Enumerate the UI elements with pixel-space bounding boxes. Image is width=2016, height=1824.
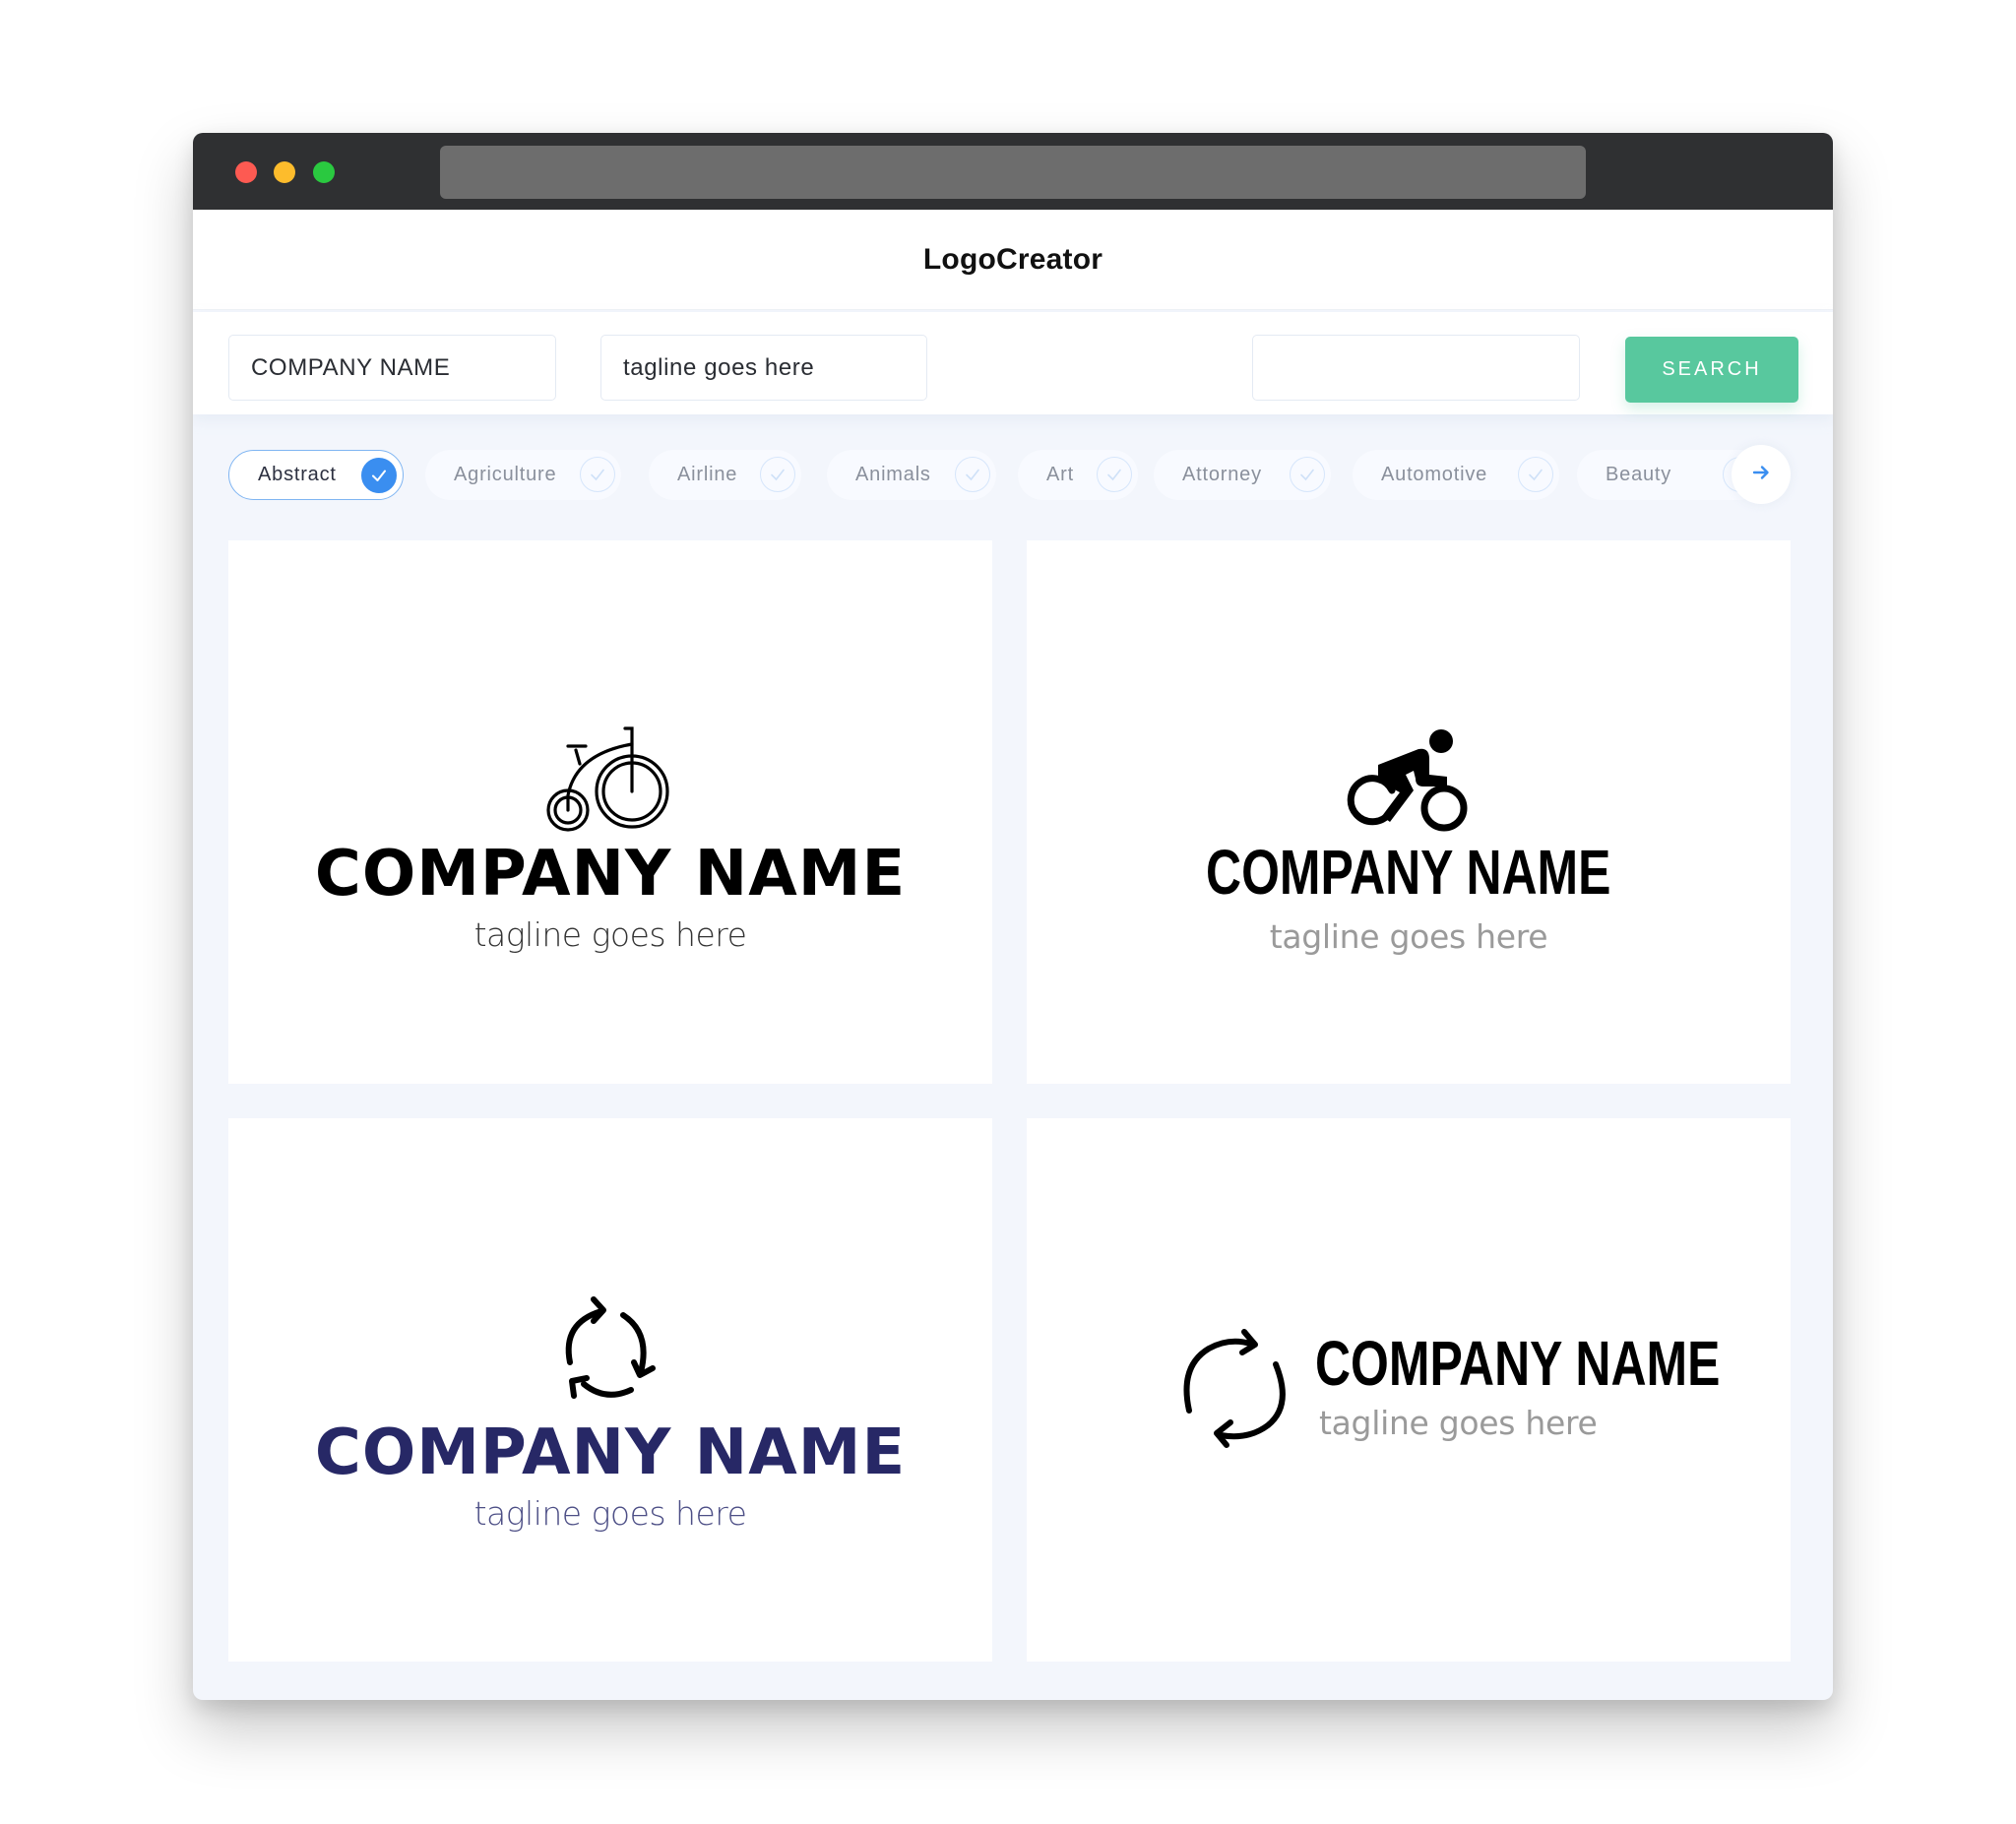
company-name-input[interactable]: COMPANY NAME bbox=[228, 335, 556, 401]
category-chip-automotive[interactable]: Automotive bbox=[1353, 450, 1559, 500]
checkmark-icon bbox=[580, 457, 615, 492]
category-label: Airline bbox=[677, 464, 738, 485]
category-label: Attorney bbox=[1182, 464, 1262, 485]
category-chip-animals[interactable]: Animals bbox=[827, 450, 996, 500]
category-label: Automotive bbox=[1381, 464, 1488, 485]
category-chip-airline[interactable]: Airline bbox=[649, 450, 801, 500]
logo-company-name: COMPANY NAME bbox=[314, 838, 907, 911]
app-header: LogoCreator bbox=[193, 210, 1833, 310]
checkmark-icon bbox=[760, 457, 795, 492]
logo-card[interactable]: COMPANY NAME tagline goes here bbox=[228, 540, 992, 1084]
logo-company-name: COMPANY NAME bbox=[1315, 1328, 1721, 1399]
logo-card[interactable]: COMPANY NAME tagline goes here bbox=[1027, 1118, 1791, 1662]
close-window-button[interactable] bbox=[235, 161, 257, 183]
tagline-input[interactable]: tagline goes here bbox=[600, 335, 927, 401]
address-bar[interactable] bbox=[440, 146, 1586, 199]
search-bar: COMPANY NAME tagline goes here SEARCH bbox=[193, 312, 1833, 414]
category-chip-art[interactable]: Art bbox=[1018, 450, 1138, 500]
category-chip-attorney[interactable]: Attorney bbox=[1154, 450, 1331, 500]
logo-tagline: tagline goes here bbox=[1269, 917, 1548, 956]
keyword-input[interactable] bbox=[1252, 335, 1580, 401]
logo-tagline: tagline goes here bbox=[473, 915, 747, 954]
categories-next-button[interactable] bbox=[1732, 445, 1791, 504]
search-button[interactable]: SEARCH bbox=[1625, 337, 1798, 403]
cyclist-icon bbox=[1027, 727, 1791, 841]
brand-logo[interactable]: LogoCreator bbox=[923, 243, 1102, 277]
category-chip-agriculture[interactable]: Agriculture bbox=[425, 450, 621, 500]
category-label: Agriculture bbox=[454, 464, 557, 485]
logo-tagline: tagline goes here bbox=[1319, 1404, 1598, 1442]
minimize-window-button[interactable] bbox=[274, 161, 295, 183]
logo-tagline: tagline goes here bbox=[473, 1494, 747, 1533]
category-label: Abstract bbox=[258, 464, 337, 485]
browser-window: LogoCreator COMPANY NAME tagline goes he… bbox=[193, 133, 1833, 1700]
category-label: Beauty bbox=[1606, 464, 1672, 485]
category-chip-abstract[interactable]: Abstract bbox=[228, 450, 404, 500]
logo-card[interactable]: COMPANY NAME tagline goes here bbox=[228, 1118, 992, 1662]
checkmark-icon bbox=[1290, 457, 1325, 492]
checkmark-icon bbox=[955, 457, 990, 492]
penny-farthing-bicycle-icon bbox=[228, 724, 992, 838]
checkmark-icon bbox=[361, 458, 397, 493]
category-label: Animals bbox=[855, 464, 931, 485]
logo-company-name: COMPANY NAME bbox=[314, 1416, 907, 1489]
logo-card[interactable]: COMPANY NAME tagline goes here bbox=[1027, 540, 1791, 1084]
checkmark-icon bbox=[1518, 457, 1553, 492]
recycle-arrows-icon bbox=[228, 1293, 992, 1407]
category-filter-bar: Abstract Agriculture Airline Animals Art bbox=[228, 445, 1803, 505]
arrow-right-icon bbox=[1750, 462, 1772, 488]
title-bar bbox=[193, 133, 1833, 210]
maximize-window-button[interactable] bbox=[313, 161, 335, 183]
logo-company-name: COMPANY NAME bbox=[1206, 837, 1611, 908]
category-label: Art bbox=[1046, 464, 1074, 485]
checkmark-icon bbox=[1097, 457, 1132, 492]
refresh-arrows-icon bbox=[1179, 1327, 1292, 1455]
